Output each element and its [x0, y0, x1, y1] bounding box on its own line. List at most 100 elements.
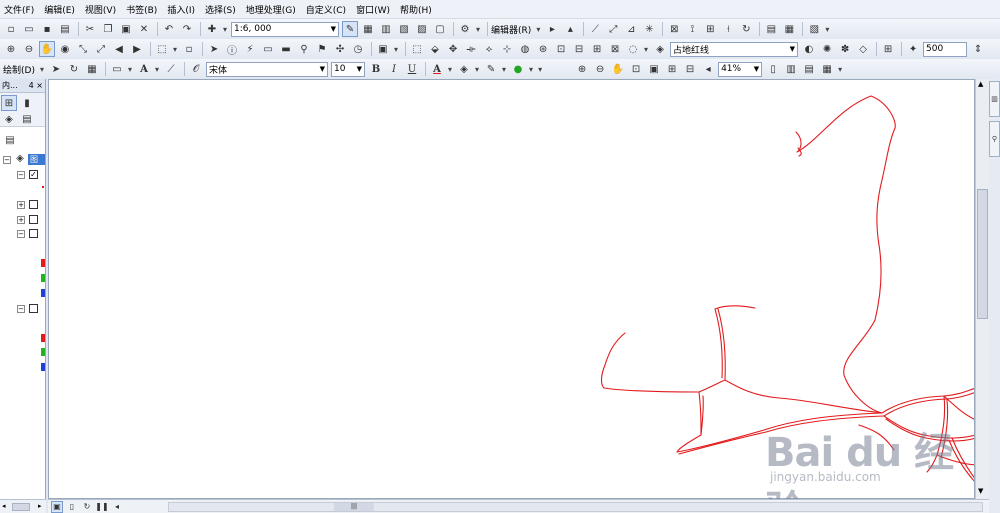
menu-help[interactable]: 帮助(H): [400, 3, 432, 16]
layer-visibility-checkbox[interactable]: [29, 200, 38, 209]
print-icon[interactable]: ▤: [57, 21, 73, 37]
menu-edit[interactable]: 编辑(E): [44, 3, 75, 16]
arctoolbox-icon[interactable]: ▨: [414, 21, 430, 37]
cut-icon[interactable]: ✂: [82, 21, 98, 37]
layer-row-2[interactable]: +: [0, 199, 45, 211]
layer-visibility-checkbox[interactable]: ✓: [29, 170, 38, 179]
scroll-thumb-grip-icon[interactable]: |||: [334, 503, 374, 511]
rotate-icon[interactable]: ↻: [738, 21, 754, 37]
dropdown-arrow-icon[interactable]: ▾: [223, 25, 227, 34]
topology-icon[interactable]: ⬚: [409, 41, 425, 57]
show-shared-icon[interactable]: ⟡: [481, 41, 497, 57]
toc-horizontal-scrollbar[interactable]: ◂ ▸: [0, 499, 46, 513]
python-window-icon[interactable]: ▢: [432, 21, 448, 37]
list-by-source-icon[interactable]: ▮: [19, 95, 35, 111]
zoom-level-field[interactable]: 500: [923, 41, 968, 57]
font-color-button[interactable]: A: [429, 61, 445, 77]
validate-icon[interactable]: ⊹: [499, 41, 515, 57]
time-slider-icon[interactable]: ◷: [350, 41, 366, 57]
search-dock-tab[interactable]: ⚲: [989, 121, 1000, 157]
cut-polygons-icon[interactable]: ⊞: [702, 21, 718, 37]
spinner-icon[interactable]: ⇕: [970, 41, 986, 57]
menu-view[interactable]: 视图(V): [85, 3, 116, 16]
select-elements-icon[interactable]: ➤: [48, 61, 64, 77]
split-icon[interactable]: ⟊: [720, 21, 736, 37]
scroll-up-icon[interactable]: ▲: [978, 80, 983, 88]
list-by-selection-icon[interactable]: ▤: [19, 111, 35, 127]
layer-icon[interactable]: ◈: [652, 41, 668, 57]
copy-icon[interactable]: ❐: [100, 21, 116, 37]
rotate-element-icon[interactable]: ↻: [66, 61, 82, 77]
data-view-icon[interactable]: ▣: [51, 500, 63, 513]
expand-icon[interactable]: +: [17, 201, 25, 209]
text-icon[interactable]: A: [136, 61, 152, 77]
expand-icon[interactable]: +: [17, 216, 25, 224]
fix-topology-icon[interactable]: ⊛: [535, 41, 551, 57]
split-polygons-icon[interactable]: ⊟: [571, 41, 587, 57]
paste-icon[interactable]: ▣: [118, 21, 134, 37]
save-icon[interactable]: ▪: [39, 21, 55, 37]
catalog-icon[interactable]: ▥: [378, 21, 394, 37]
scroll-right-icon[interactable]: ▸: [38, 502, 42, 510]
undo-icon[interactable]: ↶: [161, 21, 177, 37]
fixed-zoom-out-icon[interactable]: ⤢: [93, 41, 109, 57]
end-point-arc-icon[interactable]: ⤢: [605, 21, 621, 37]
collapse-icon[interactable]: −: [17, 171, 25, 179]
hand-icon[interactable]: ✋: [39, 41, 55, 57]
bold-button[interactable]: B: [368, 61, 384, 77]
map-horizontal-scrollbar[interactable]: |||: [168, 502, 983, 512]
marker-color-icon[interactable]: ●: [510, 61, 526, 77]
refresh-icon[interactable]: ↻: [81, 501, 93, 513]
topology-edit-icon[interactable]: ✥: [445, 41, 461, 57]
straight-segment-icon[interactable]: ⟋: [587, 21, 603, 37]
effects-icon[interactable]: ◇: [855, 41, 871, 57]
zoom-in-icon[interactable]: ⊕: [3, 41, 19, 57]
editor-menu[interactable]: 编辑器(R): [491, 23, 531, 36]
menu-file[interactable]: 文件(F): [4, 3, 34, 16]
point-icon[interactable]: ✳: [641, 21, 657, 37]
data-frame-label[interactable]: 图层: [28, 154, 45, 175]
construct-features-icon[interactable]: ⊡: [553, 41, 569, 57]
find-icon[interactable]: ⚲: [296, 41, 312, 57]
rectangle-icon[interactable]: ▭: [109, 61, 125, 77]
italic-button[interactable]: I: [386, 61, 402, 77]
layer-visibility-checkbox[interactable]: [29, 229, 38, 238]
scroll-thumb[interactable]: [977, 189, 988, 319]
edit-annotation-icon[interactable]: ▴: [562, 21, 578, 37]
edit-vertices-icon[interactable]: ⟋: [163, 61, 179, 77]
scroll-thumb[interactable]: [12, 503, 30, 511]
layout-view-icon[interactable]: ▯: [66, 501, 78, 513]
align-edge-icon[interactable]: ⟛: [463, 41, 479, 57]
layout-zoom-out-icon[interactable]: ⊖: [592, 61, 608, 77]
scroll-down-icon[interactable]: ▼: [978, 487, 983, 495]
fixed-zoom-in-icon[interactable]: ⤡: [75, 41, 91, 57]
layout-zoom-in-icon[interactable]: ⊕: [574, 61, 590, 77]
chevron-down-icon[interactable]: ▾: [128, 65, 132, 74]
hyperlink-icon[interactable]: ⚡: [242, 41, 258, 57]
collapse-icon[interactable]: −: [17, 230, 25, 238]
go-to-xy-icon[interactable]: ✣: [332, 41, 348, 57]
layer-row-5[interactable]: −: [0, 303, 45, 315]
fixed-zoom-out-page-icon[interactable]: ⊟: [682, 61, 698, 77]
info-icon[interactable]: ⓘ: [224, 41, 240, 57]
chevron-down-icon[interactable]: ▾: [173, 45, 177, 54]
search-window-icon[interactable]: ▧: [396, 21, 412, 37]
scroll-left-icon[interactable]: ◂: [2, 502, 6, 510]
previous-extent-icon[interactable]: ◂: [700, 61, 716, 77]
open-folder-icon[interactable]: ▭: [21, 21, 37, 37]
sketch-properties-icon[interactable]: ▦: [781, 21, 797, 37]
planarize-icon[interactable]: ⊞: [589, 41, 605, 57]
layout-pan-icon[interactable]: ✋: [610, 61, 626, 77]
html-popup-icon[interactable]: ▭: [260, 41, 276, 57]
fill-color-icon[interactable]: ◈: [456, 61, 472, 77]
select-features-icon[interactable]: ⬚: [154, 41, 170, 57]
select-elements-icon[interactable]: ➤: [206, 41, 222, 57]
line-color-icon[interactable]: ✎: [483, 61, 499, 77]
brightness-icon[interactable]: ✺: [819, 41, 835, 57]
tree-root-layers[interactable]: − ◈ 图层: [0, 153, 45, 175]
menu-insert[interactable]: 插入(I): [167, 3, 195, 16]
zoom-to-elements-icon[interactable]: ▦: [84, 61, 100, 77]
map-topology-icon[interactable]: ⬙: [427, 41, 443, 57]
layer-row-1[interactable]: − ✓: [0, 169, 45, 181]
model-builder-icon[interactable]: ⚙: [457, 21, 473, 37]
